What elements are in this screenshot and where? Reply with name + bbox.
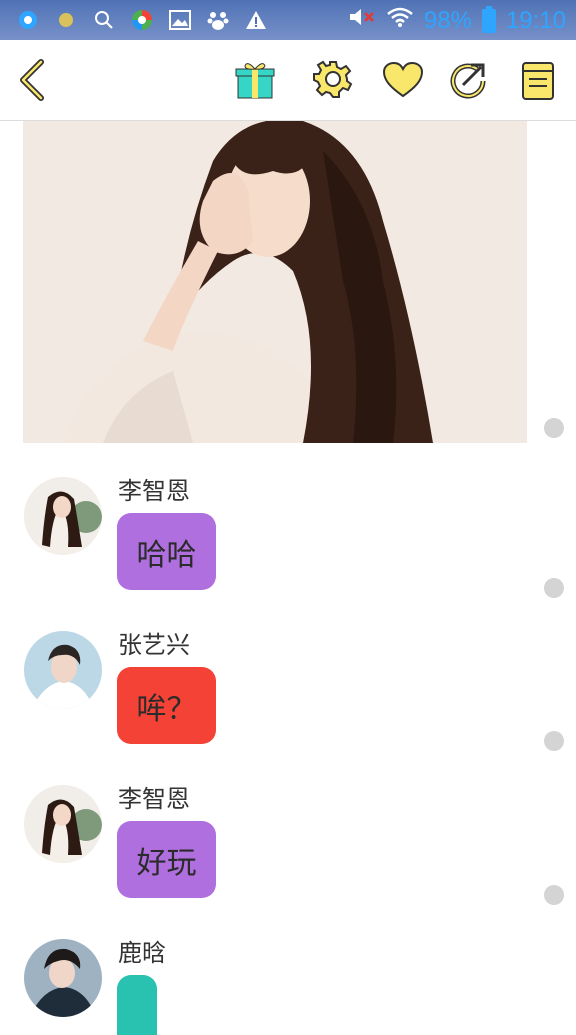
banner-photo [23, 121, 527, 443]
gift-button[interactable] [233, 58, 277, 102]
warning-icon [244, 8, 268, 32]
sender-name: 李智恩 [118, 477, 190, 505]
avatar[interactable] [24, 939, 102, 1017]
wifi-icon [386, 6, 414, 35]
sender-name: 李智恩 [118, 785, 190, 813]
gift-icon [235, 63, 275, 99]
browser-icon [16, 8, 40, 32]
dot-icon [54, 8, 78, 32]
message-bubble[interactable] [117, 975, 157, 1035]
status-bar: 98% 19:10 [0, 0, 576, 40]
avatar[interactable] [24, 785, 102, 863]
message-bubble[interactable]: 哞？ [117, 667, 216, 744]
back-icon [20, 59, 44, 101]
paw-icon [206, 8, 230, 32]
message-text: 哞？ [136, 691, 197, 727]
avatar[interactable] [24, 477, 102, 555]
back-button[interactable] [10, 58, 54, 102]
message-bubble[interactable]: 哈哈 [117, 513, 216, 590]
notes-icon [522, 62, 554, 100]
notes-button[interactable] [516, 58, 560, 102]
share-icon [450, 63, 486, 99]
scroll-dot [544, 578, 564, 598]
share-button[interactable] [446, 58, 490, 102]
scroll-dot [544, 731, 564, 751]
toolbar [0, 40, 576, 121]
avatar[interactable] [24, 631, 102, 709]
scroll-dot [544, 418, 564, 438]
battery-percent: 98% [423, 6, 472, 34]
search-icon [92, 8, 116, 32]
colorwheel-icon [130, 8, 154, 32]
message-text: 哈哈 [136, 537, 197, 573]
message-bubble[interactable]: 好玩 [117, 821, 216, 898]
gallery-icon [168, 8, 192, 32]
battery-icon [481, 5, 496, 33]
sender-name: 鹿晗 [118, 939, 166, 967]
favorite-button[interactable] [381, 58, 425, 102]
settings-icon [313, 60, 353, 98]
settings-button[interactable] [311, 58, 355, 102]
status-time: 19:10 [505, 6, 566, 34]
mute-icon [348, 6, 376, 35]
heart-icon [382, 61, 424, 98]
message-text: 好玩 [136, 845, 197, 881]
sender-name: 张艺兴 [118, 631, 190, 659]
scroll-dot [544, 885, 564, 905]
